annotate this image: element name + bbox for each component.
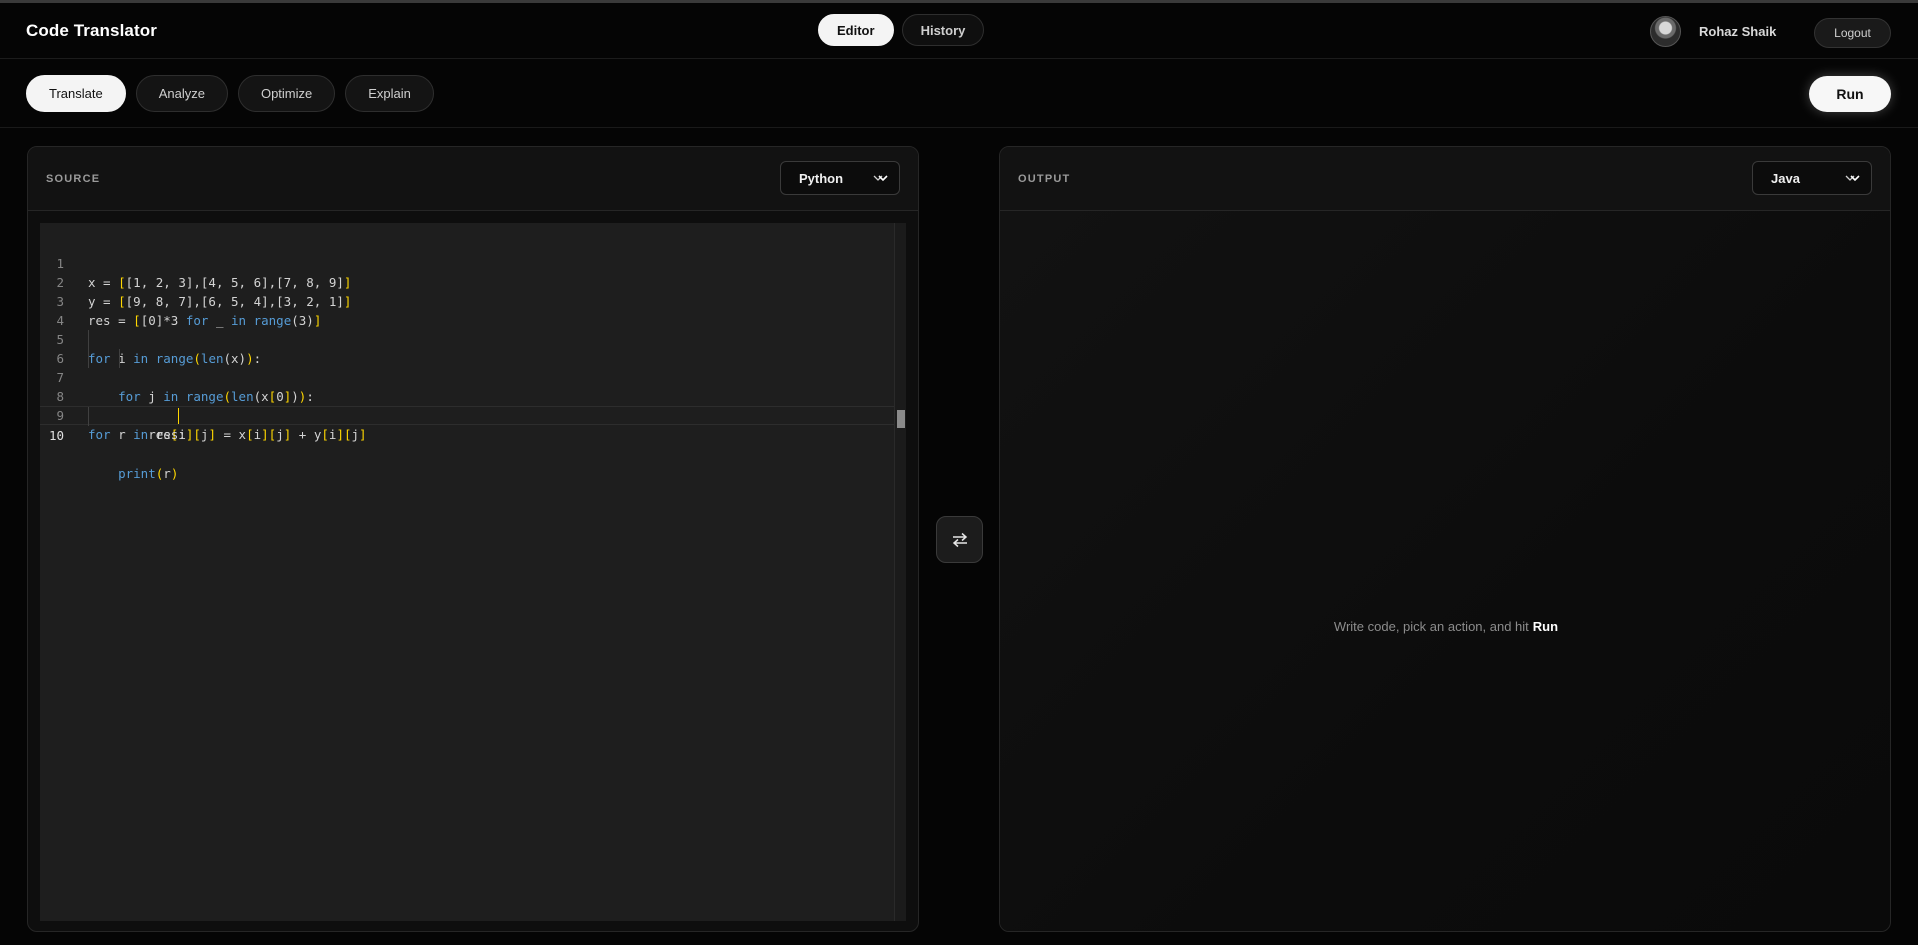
- action-bar: Translate Analyze Optimize Explain Run: [0, 60, 1918, 128]
- user-profile[interactable]: Rohaz Shaik: [1650, 16, 1776, 47]
- tab-editor[interactable]: Editor: [818, 14, 894, 46]
- indent-guide: [88, 330, 89, 349]
- editor-scrollbar[interactable]: [894, 223, 906, 921]
- code-line[interactable]: 3 res = [[0]*3 for _ in range(3)]: [40, 273, 894, 328]
- swap-languages-button[interactable]: [936, 516, 983, 563]
- logout-button[interactable]: Logout: [1814, 18, 1891, 48]
- tab-history[interactable]: History: [901, 14, 985, 46]
- chevron-down-icon: [1845, 175, 1860, 182]
- source-panel-title: SOURCE: [46, 173, 101, 185]
- swap-arrows-icon: [952, 532, 967, 547]
- output-area: Write code, pick an action, and hit Run: [1000, 211, 1890, 931]
- output-panel-header: OUTPUT Java: [1000, 147, 1890, 211]
- code-editor[interactable]: 1 x = [[1, 2, 3],[4, 5, 6],[7, 8, 9]] 2 …: [40, 223, 906, 921]
- code-line[interactable]: 7 res[i][j] = x[i][j] + y[i][j]: [40, 349, 894, 442]
- placeholder-action: Run: [1532, 619, 1559, 634]
- output-placeholder: Write code, pick an action, and hit Run: [1000, 619, 1890, 634]
- output-language-select[interactable]: Java: [1752, 161, 1872, 195]
- app-header: Code Translator Editor History Rohaz Sha…: [0, 3, 1918, 59]
- indent-guide: [119, 349, 120, 368]
- chevron-down-icon: [873, 175, 888, 182]
- action-analyze[interactable]: Analyze: [135, 75, 228, 112]
- source-panel-header: SOURCE Python: [28, 147, 918, 211]
- source-language-select[interactable]: Python: [780, 161, 900, 195]
- line-number: 10: [48, 428, 64, 443]
- code-line[interactable]: 4: [40, 292, 894, 328]
- code-line[interactable]: 5 for i in range(len(x)):: [40, 311, 894, 366]
- output-language-value: Java: [1771, 170, 1800, 186]
- placeholder-text: Write code, pick an action, and hit: [1333, 619, 1529, 634]
- code-line[interactable]: 6 for j in range(len(x[0])):: [40, 330, 894, 404]
- user-name: Rohaz Shaik: [1699, 24, 1777, 39]
- action-tabs: Translate Analyze Optimize Explain: [26, 75, 434, 112]
- avatar[interactable]: [1650, 16, 1681, 47]
- source-language-value: Python: [799, 170, 844, 186]
- code-line[interactable]: 9 for r in res:: [40, 387, 894, 442]
- source-panel: SOURCE Python 1 x = [[1, 2, 3],[4, 5, 6]…: [27, 146, 919, 932]
- code-line[interactable]: 2 y = [[9, 8, 7],[6, 5, 4],[3, 2, 1]]: [40, 254, 894, 309]
- scrollbar-thumb[interactable]: [897, 410, 905, 428]
- output-panel-title: OUTPUT: [1018, 173, 1071, 185]
- code-text: print(r): [118, 466, 179, 481]
- app-title: Code Translator: [26, 21, 157, 40]
- run-button[interactable]: Run: [1809, 76, 1891, 112]
- code-line[interactable]: 1 x = [[1, 2, 3],[4, 5, 6],[7, 8, 9]]: [40, 235, 894, 290]
- code-line[interactable]: 8: [40, 368, 894, 404]
- action-translate[interactable]: Translate: [26, 75, 126, 112]
- code-text: for r in res:: [88, 427, 186, 442]
- text-cursor: [178, 408, 179, 424]
- indent-guide: [88, 349, 89, 368]
- nav-tabs: Editor History: [818, 14, 985, 46]
- action-explain[interactable]: Explain: [345, 75, 434, 112]
- output-panel: OUTPUT Java Write code, pick an action, …: [999, 146, 1891, 932]
- code-line-current[interactable]: 10 print(r): [40, 406, 894, 481]
- action-optimize[interactable]: Optimize: [237, 75, 336, 112]
- indent-guide: [88, 407, 89, 426]
